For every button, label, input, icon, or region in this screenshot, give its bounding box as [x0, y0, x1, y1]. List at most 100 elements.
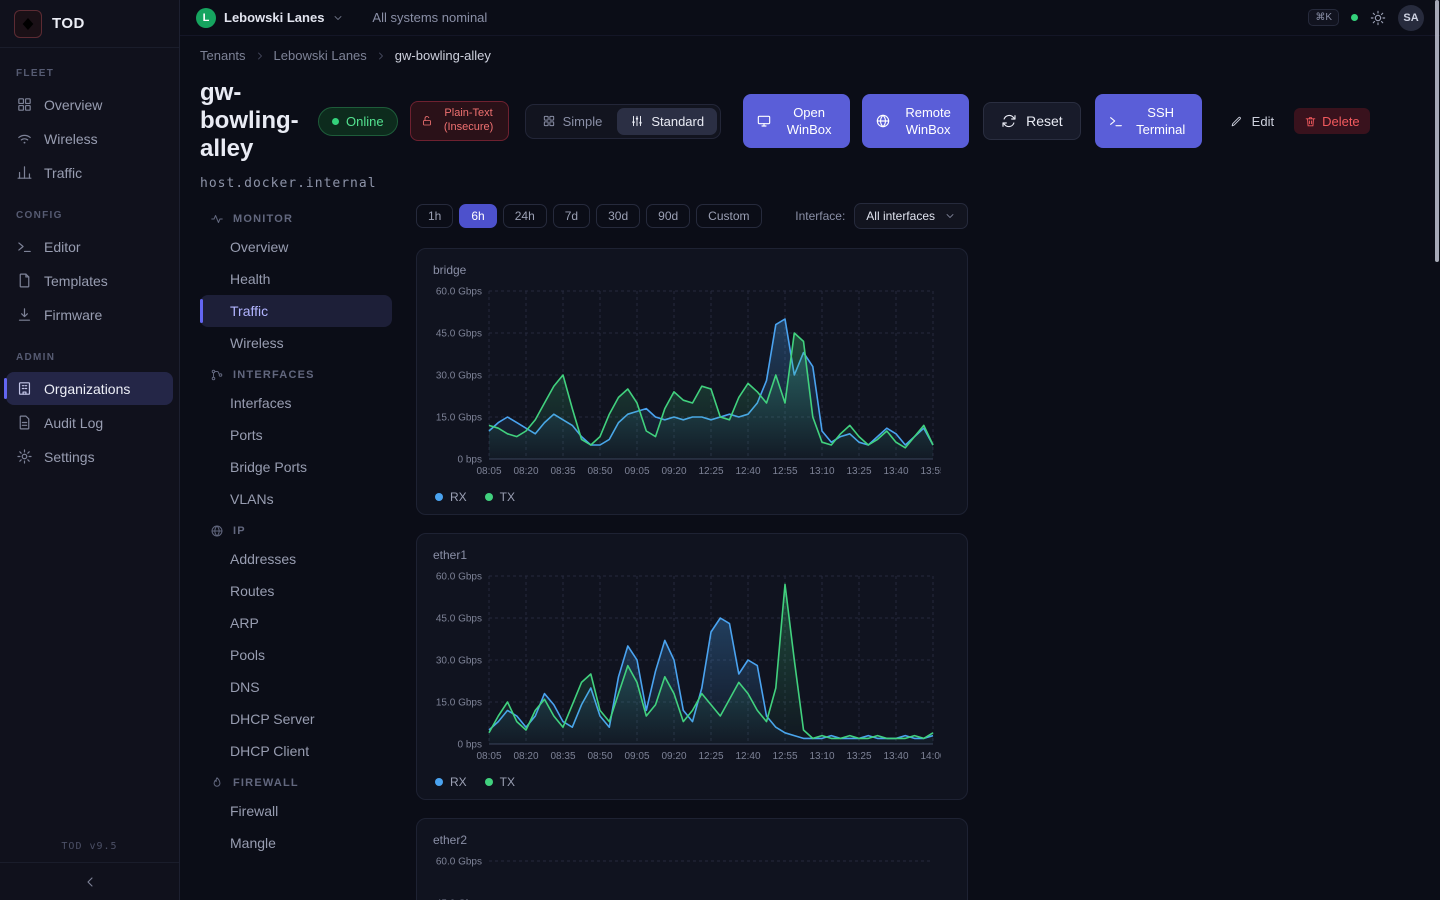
sidebar-item-overview[interactable]: Overview [6, 88, 173, 121]
sidebar-item-label: Overview [44, 97, 102, 113]
device-nav: MONITOROverviewHealthTrafficWirelessINTE… [200, 203, 392, 900]
sidebar-item-label: Traffic [44, 165, 82, 181]
device-header: gw-bowling-alley Online Plain-Text (Inse… [200, 79, 1420, 163]
range-7d-button[interactable]: 7d [553, 204, 590, 228]
legend-dot-icon [435, 778, 443, 786]
range-30d-button[interactable]: 30d [596, 204, 640, 228]
flame-icon [210, 776, 224, 790]
reset-button[interactable]: Reset [983, 102, 1081, 140]
refresh-icon [1001, 113, 1017, 129]
app-sidebar: TOD FLEET Overview Wireless Traffic CONFIGEd… [0, 0, 180, 900]
device-nav-section-interfaces: INTERFACES [200, 359, 392, 387]
device-nav-item-health[interactable]: Health [200, 263, 392, 295]
sidebar-item-wireless[interactable]: Wireless [6, 122, 173, 155]
device-nav-item-addresses[interactable]: Addresses [200, 543, 392, 575]
topbar-right: ⌘K SA [1308, 5, 1424, 31]
sidebar-collapse-button[interactable] [0, 862, 179, 900]
chevron-down-icon [332, 12, 344, 24]
svg-text:13:25: 13:25 [846, 466, 871, 477]
sidebar-section-admin: ADMIN [0, 332, 179, 371]
sidebar-item-settings[interactable]: Settings [6, 440, 173, 473]
monitor-icon [756, 113, 772, 129]
sidebar-footer: TOD v9.5 [0, 833, 179, 900]
online-status-badge: Online [318, 107, 398, 136]
sidebar-item-templates[interactable]: Templates [6, 264, 173, 297]
traffic-chart-svg: 60.0 Gbps45.0 Gbps30.0 Gbps15.0 Gbps0 bp… [433, 285, 941, 481]
device-nav-item-wireless[interactable]: Wireless [200, 327, 392, 359]
range-24h-button[interactable]: 24h [503, 204, 547, 228]
device-nav-item-dhcp-client[interactable]: DHCP Client [200, 735, 392, 767]
tenant-selector[interactable]: L Lebowski Lanes [196, 8, 344, 28]
delete-button[interactable]: Delete [1294, 108, 1370, 134]
chevron-right-icon [375, 50, 387, 62]
svg-text:12:40: 12:40 [735, 466, 760, 477]
svg-text:12:25: 12:25 [698, 466, 723, 477]
chart-card-bridge: bridge60.0 Gbps45.0 Gbps30.0 Gbps15.0 Gb… [416, 248, 968, 515]
device-nav-item-mangle[interactable]: Mangle [200, 827, 392, 859]
range-6h-button[interactable]: 6h [459, 204, 496, 228]
device-nav-item-bridge-ports[interactable]: Bridge Ports [200, 451, 392, 483]
view-simple-button[interactable]: Simple [529, 108, 616, 135]
pencil-icon [1230, 115, 1243, 128]
grid-icon [16, 96, 33, 113]
chart-list: bridge60.0 Gbps45.0 Gbps30.0 Gbps15.0 Gb… [416, 248, 968, 900]
device-nav-item-vlans[interactable]: VLANs [200, 483, 392, 515]
sidebar-section-config: CONFIG [0, 190, 179, 229]
remote-winbox-button[interactable]: Remote WinBox [862, 94, 969, 148]
breadcrumb-lebowski-lanes[interactable]: Lebowski Lanes [274, 48, 367, 63]
page-scrollbar[interactable] [1435, 0, 1439, 262]
sidebar-section-fleet: FLEET [0, 48, 179, 87]
system-status: All systems nominal [372, 10, 487, 25]
device-nav-item-pools[interactable]: Pools [200, 639, 392, 671]
device-nav-item-ports[interactable]: Ports [200, 419, 392, 451]
command-palette-shortcut[interactable]: ⌘K [1308, 9, 1339, 26]
branch-icon [210, 368, 224, 382]
device-nav-item-routes[interactable]: Routes [200, 575, 392, 607]
sliders-icon [630, 114, 644, 128]
theme-toggle-icon[interactable] [1370, 10, 1386, 26]
sidebar-item-editor[interactable]: Editor [6, 230, 173, 263]
device-nav-item-arp[interactable]: ARP [200, 607, 392, 639]
tenant-avatar: L [196, 8, 216, 28]
edit-button[interactable]: Edit [1222, 108, 1282, 134]
range-1h-button[interactable]: 1h [416, 204, 453, 228]
sidebar-item-firmware[interactable]: Firmware [6, 298, 173, 331]
device-nav-section-monitor: MONITOR [200, 203, 392, 231]
range-custom-button[interactable]: Custom [696, 204, 761, 228]
range-90d-button[interactable]: 90d [646, 204, 690, 228]
view-standard-button[interactable]: Standard [617, 108, 717, 135]
ssh-terminal-button[interactable]: SSH Terminal [1095, 94, 1202, 148]
device-title: gw-bowling-alley [200, 79, 306, 163]
svg-text:13:40: 13:40 [883, 751, 908, 762]
svg-text:13:55: 13:55 [920, 466, 941, 477]
bars-icon [16, 164, 33, 181]
sidebar-item-label: Wireless [44, 131, 98, 147]
traffic-panel: 1h6h24h7d30d90dCustom Interface: All int… [416, 203, 968, 900]
svg-text:12:40: 12:40 [735, 751, 760, 762]
device-nav-item-dns[interactable]: DNS [200, 671, 392, 703]
user-avatar[interactable]: SA [1398, 5, 1424, 31]
svg-text:60.0 Gbps: 60.0 Gbps [436, 572, 482, 583]
legend-dot-icon [435, 493, 443, 501]
online-dot-icon [332, 118, 339, 125]
insecure-badge: Plain-Text (Insecure) [410, 101, 509, 141]
app-root: TOD FLEETOverviewWirelessTrafficCONFIGEd… [0, 0, 1440, 900]
device-nav-item-dhcp-server[interactable]: DHCP Server [200, 703, 392, 735]
interface-select[interactable]: All interfaces [854, 203, 968, 229]
sidebar-item-audit-log[interactable]: Audit Log [6, 406, 173, 439]
unlock-icon [421, 115, 433, 127]
sidebar-item-traffic[interactable]: Traffic [6, 156, 173, 189]
device-nav-item-firewall[interactable]: Firewall [200, 795, 392, 827]
health-status-dot [1351, 14, 1358, 21]
device-nav-item-interfaces[interactable]: Interfaces [200, 387, 392, 419]
device-nav-item-traffic[interactable]: Traffic [200, 295, 392, 327]
device-nav-item-overview[interactable]: Overview [200, 231, 392, 263]
chart-title: ether2 [433, 833, 951, 847]
svg-text:09:20: 09:20 [661, 751, 686, 762]
logo-row: TOD [0, 0, 179, 48]
chevron-down-icon [944, 210, 956, 222]
terminal-icon [1108, 113, 1124, 129]
breadcrumb-tenants[interactable]: Tenants [200, 48, 246, 63]
sidebar-item-organizations[interactable]: Organizations [6, 372, 173, 405]
open-winbox-button[interactable]: Open WinBox [743, 94, 850, 148]
